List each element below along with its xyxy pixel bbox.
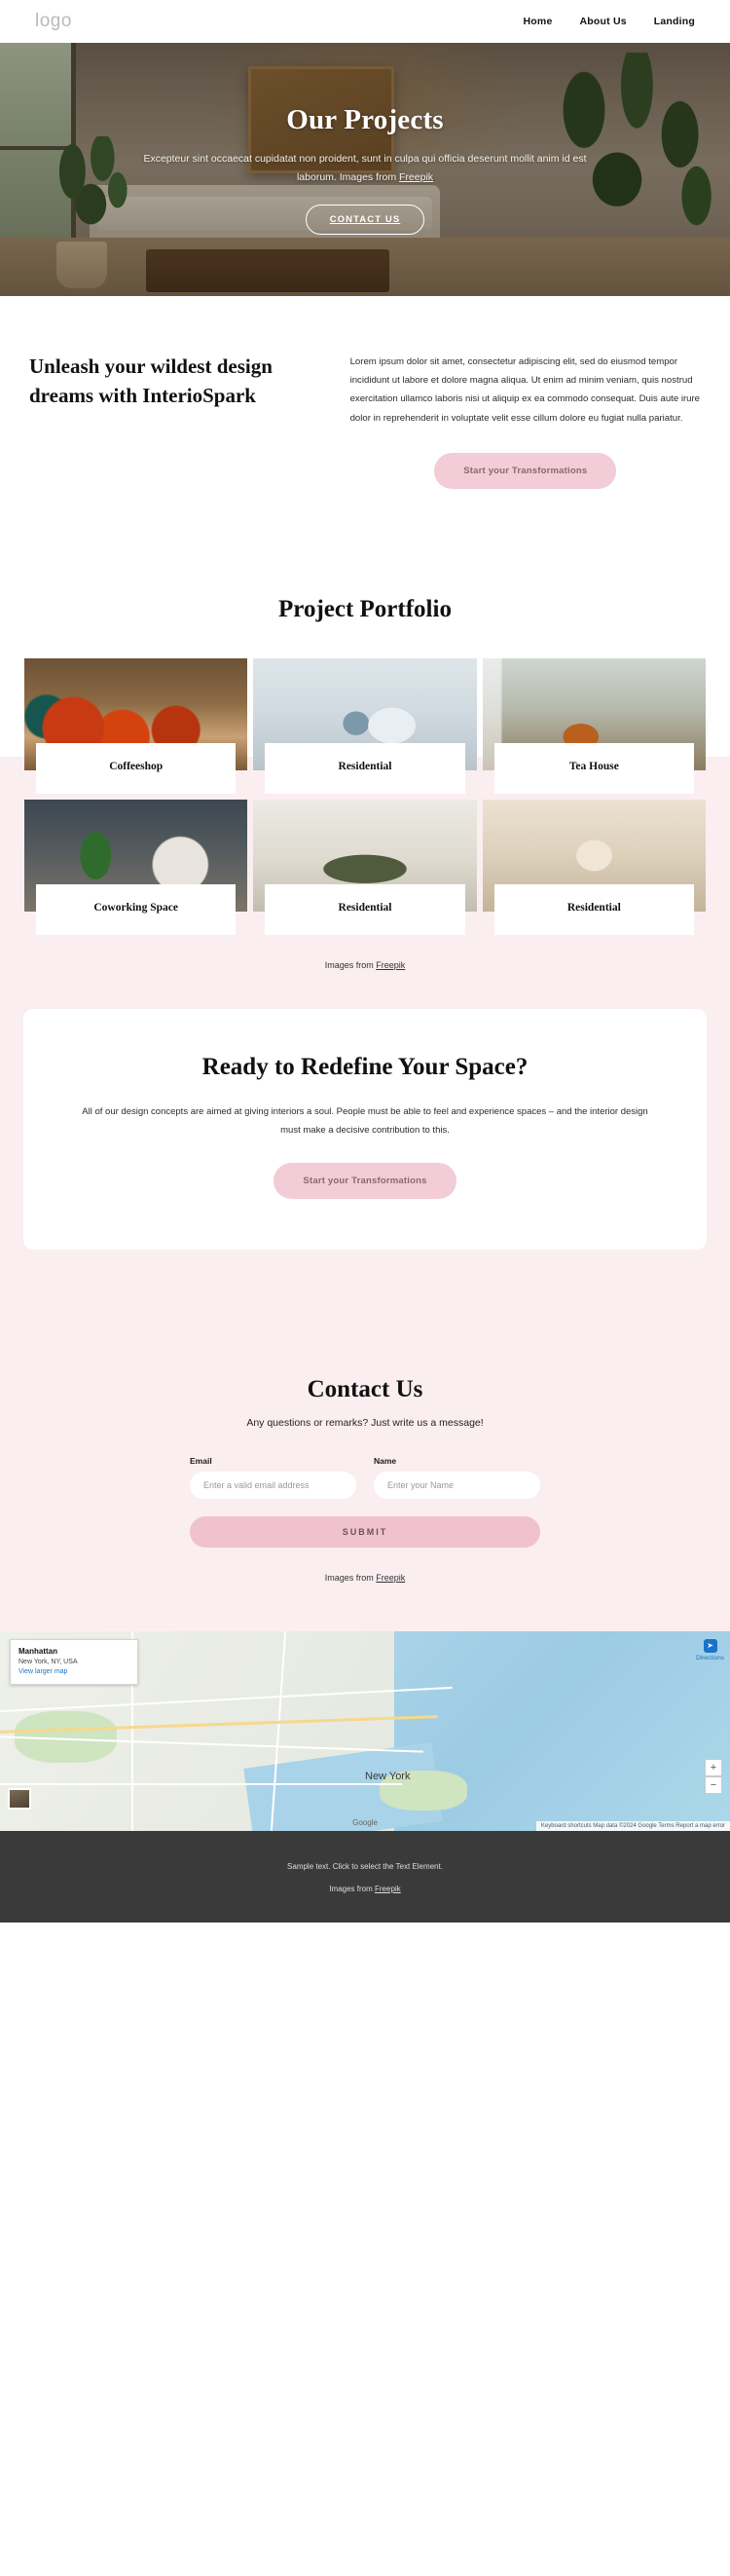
nav-item-home[interactable]: Home: [524, 16, 553, 27]
landing-page: logo Home About Us Landing Our Projects …: [0, 0, 730, 1923]
portfolio-credit-text: Images from: [324, 959, 377, 970]
contact-credit-text: Images from: [324, 1572, 377, 1583]
map-zoom-controls[interactable]: + −: [705, 1758, 722, 1794]
portfolio-card-label: Coffeeshop: [109, 760, 164, 772]
main-navigation: Home About Us Landing: [524, 16, 695, 27]
site-header: logo Home About Us Landing: [0, 0, 730, 43]
map-streetview-thumbnail[interactable]: [8, 1787, 31, 1810]
nav-item-landing[interactable]: Landing: [654, 16, 695, 27]
map-attribution: Keyboard shortcuts Map data ©2024 Google…: [535, 1820, 730, 1831]
name-label: Name: [374, 1455, 397, 1466]
coworking-caption: Coworking Space: [36, 883, 237, 935]
cta-title: Ready to Redefine Your Space?: [201, 1053, 529, 1080]
map-zoom-out-button[interactable]: −: [705, 1775, 722, 1794]
contact-form-row: Email Name: [190, 1456, 540, 1499]
portfolio-card-label: Residential: [338, 760, 392, 772]
intro-heading: Unleash your wildest design dreams with …: [29, 355, 273, 407]
portfolio-grid: Coffeeshop Residential Tea House Coworki…: [0, 657, 730, 935]
portfolio-freepik-link[interactable]: Freepik: [376, 960, 405, 970]
map-location-address: New York, NY, USA: [18, 1658, 78, 1665]
portfolio-card-coffeeshop[interactable]: Coffeeshop: [24, 657, 248, 794]
tea-house-caption: Tea House: [493, 742, 694, 794]
contact-image-credit: Images from Freepik: [23, 1548, 707, 1612]
portfolio-title: Project Portfolio: [278, 595, 452, 622]
footer-image-credit: Images from Freepik: [19, 1885, 711, 1893]
contact-freepik-link[interactable]: Freepik: [376, 1573, 405, 1583]
cta-card: Ready to Redefine Your Space? All of our…: [23, 1008, 707, 1250]
portfolio-card-residential-2[interactable]: Residential: [253, 799, 477, 935]
portfolio-card-label: Tea House: [568, 760, 619, 772]
map-city-label: New York: [365, 1771, 411, 1783]
map-embed[interactable]: New York Manhattan New York, NY, USA Vie…: [0, 1630, 730, 1831]
portfolio-card-residential-3[interactable]: Residential: [482, 799, 706, 935]
hero-subtitle: Excepteur sint occaecat cupidatat non pr…: [136, 150, 594, 188]
name-field-group: Name: [374, 1456, 540, 1499]
hero-freepik-link[interactable]: Freepik: [399, 171, 433, 183]
residential-1-caption: Residential: [265, 742, 465, 794]
site-logo[interactable]: logo: [35, 11, 72, 32]
intro-start-transformations-button[interactable]: Start your Transformations: [434, 452, 617, 489]
contact-title: Contact Us: [307, 1375, 423, 1402]
map-info-card: Manhattan New York, NY, USA View larger …: [10, 1638, 138, 1685]
portfolio-card-label: Residential: [338, 901, 392, 914]
coffeeshop-caption: Coffeeshop: [36, 742, 237, 794]
portfolio-image-credit: Images from Freepik: [0, 935, 730, 1003]
portfolio-card-tea-house[interactable]: Tea House: [482, 657, 706, 794]
intro-right-column: Lorem ipsum dolor sit amet, consectetur …: [350, 353, 701, 489]
site-footer: Sample text. Click to select the Text El…: [0, 1830, 730, 1923]
intro-left-column: Unleash your wildest design dreams with …: [29, 353, 325, 489]
footer-credit-text: Images from: [329, 1884, 375, 1893]
footer-freepik-link[interactable]: Freepik: [375, 1885, 401, 1893]
intro-section: Unleash your wildest design dreams with …: [0, 296, 730, 557]
intro-body-text: Lorem ipsum dolor sit amet, consectetur …: [349, 356, 701, 424]
map-location-title: Manhattan: [18, 1646, 57, 1656]
hero-title: Our Projects: [286, 103, 444, 135]
portfolio-section: Project Portfolio Coffeeshop Residential…: [0, 556, 730, 1003]
footer-sample-text: Sample text. Click to select the Text El…: [287, 1861, 443, 1871]
nav-item-about-us[interactable]: About Us: [580, 16, 627, 27]
intro-button-wrapper: Start your Transformations: [350, 452, 701, 489]
email-label: Email: [190, 1455, 212, 1466]
map-road: [0, 1782, 402, 1785]
residential-3-caption: Residential: [493, 883, 694, 935]
contact-form: Email Name SUBMIT: [190, 1456, 540, 1548]
hero-contact-us-button[interactable]: CONTACT US: [305, 205, 425, 236]
map-directions-label: Directions: [696, 1654, 724, 1661]
email-input[interactable]: [190, 1471, 356, 1499]
name-input[interactable]: [374, 1471, 540, 1499]
hero-subtitle-text: Excepteur sint occaecat cupidatat non pr…: [143, 152, 587, 183]
map-zoom-in-button[interactable]: +: [705, 1758, 722, 1776]
hero-content: Our Projects Excepteur sint occaecat cup…: [78, 104, 652, 236]
portfolio-card-label: Coworking Space: [93, 901, 178, 914]
residential-2-caption: Residential: [265, 883, 465, 935]
cta-start-transformations-button[interactable]: Start your Transformations: [274, 1162, 456, 1199]
directions-icon: ➤: [703, 1638, 717, 1653]
cta-body-text: All of our design concepts are aimed at …: [82, 1105, 648, 1136]
cta-section: Ready to Redefine Your Space? All of our…: [0, 1002, 730, 1318]
hero-section: Our Projects Excepteur sint occaecat cup…: [0, 43, 730, 296]
portfolio-card-residential-1[interactable]: Residential: [253, 657, 477, 794]
google-logo: Google: [352, 1817, 378, 1827]
portfolio-card-label: Residential: [566, 901, 621, 914]
submit-button[interactable]: SUBMIT: [190, 1515, 540, 1548]
portfolio-card-coworking-space[interactable]: Coworking Space: [24, 799, 248, 935]
map-view-larger-link[interactable]: View larger map: [18, 1668, 67, 1675]
contact-subtitle: Any questions or remarks? Just write us …: [246, 1416, 484, 1429]
map-directions-button[interactable]: ➤ Directions: [696, 1638, 724, 1661]
contact-section: Contact Us Any questions or remarks? Jus…: [0, 1317, 730, 1631]
email-field-group: Email: [190, 1456, 356, 1499]
